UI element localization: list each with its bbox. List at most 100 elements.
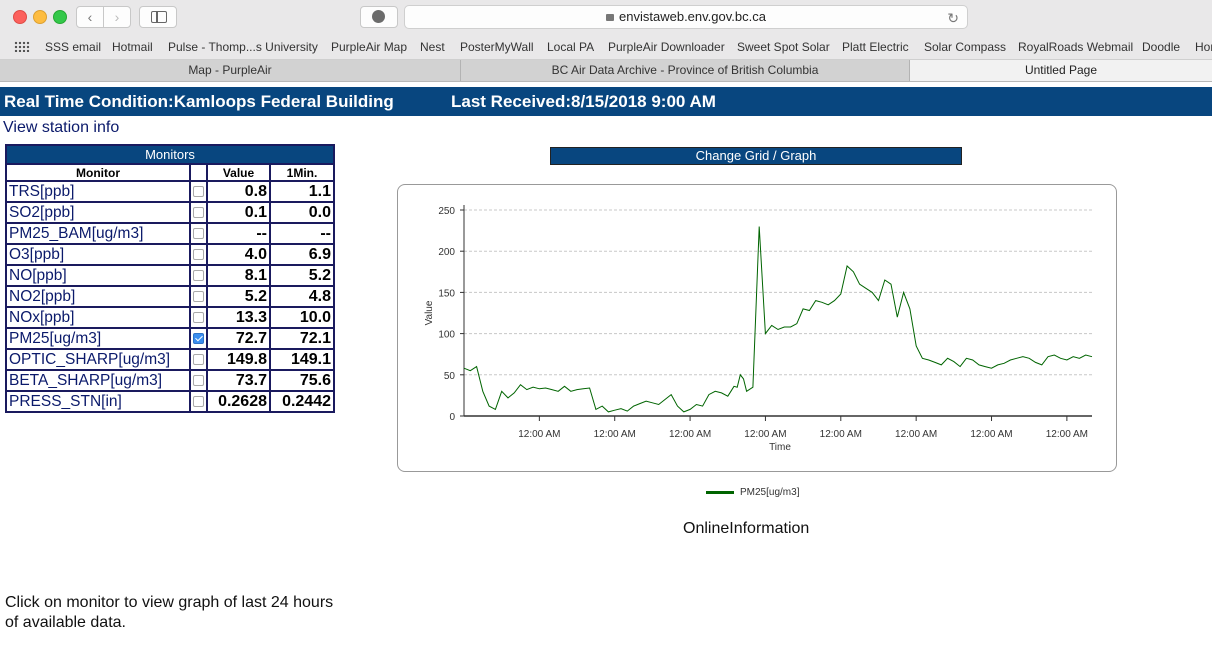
monitor-name[interactable]: O3[ppb] [5, 243, 191, 266]
bookmark-item[interactable]: RoyalRoads Webmail [1018, 40, 1133, 54]
monitor-value: 0.2628 [206, 390, 271, 413]
monitor-name[interactable]: NO[ppb] [5, 264, 191, 287]
privacy-report-button[interactable] [360, 6, 398, 28]
x-tick-label: 12:00 AM [820, 429, 862, 440]
y-tick-label: 0 [449, 412, 455, 423]
legend-swatch [706, 490, 734, 494]
monitor-row[interactable]: NO[ppb] 8.1 5.2 [5, 264, 335, 287]
back-button[interactable]: ‹ [76, 6, 104, 28]
monitor-row[interactable]: NO2[ppb] 5.2 4.8 [5, 285, 335, 308]
select-column-header [189, 163, 208, 182]
tab-purpleair-map[interactable]: Map - PurpleAir [0, 60, 461, 81]
chart-container: 0 50 100 150 200 250 12:00 AM 12:00 AM 12:00 AM 1… [397, 184, 1117, 472]
tab-bc-air-data-archive[interactable]: BC Air Data Archive - Province of Britis… [461, 60, 910, 81]
monitor-name[interactable]: BETA_SHARP[ug/m3] [5, 369, 191, 392]
bookmark-item[interactable]: PurpleAir Downloader [608, 40, 725, 54]
monitor-value: 0.8 [206, 180, 271, 203]
pm25-line-chart: 0 50 100 150 200 250 12:00 AM 12:00 AM 12:00 AM 1… [424, 205, 1093, 453]
maximize-window-button[interactable] [53, 10, 67, 24]
reload-icon[interactable]: ↻ [947, 7, 959, 29]
bookmark-item[interactable]: Pulse - Thomp...s University [168, 40, 318, 54]
x-axis-label: Time [769, 442, 791, 453]
monitor-checkbox[interactable] [193, 227, 204, 239]
monitor-1min-value: 0.2442 [269, 390, 335, 413]
monitor-row[interactable]: PM25[ug/m3] 72.7 72.1 [5, 327, 335, 350]
monitor-row[interactable]: TRS[ppb] 0.8 1.1 [5, 180, 335, 203]
view-station-info-link[interactable]: View station info [3, 119, 119, 137]
bookmark-item[interactable]: Nest [420, 40, 445, 54]
monitor-1min-value: 72.1 [269, 327, 335, 350]
monitor-row[interactable]: OPTIC_SHARP[ug/m3] 149.8 149.1 [5, 348, 335, 371]
monitor-name[interactable]: NO2[ppb] [5, 285, 191, 308]
minimize-window-button[interactable] [33, 10, 47, 24]
monitor-row[interactable]: NOx[ppb] 13.3 10.0 [5, 306, 335, 329]
monitor-value: -- [206, 222, 271, 245]
tab-bar: Map - PurpleAir BC Air Data Archive - Pr… [0, 60, 1212, 82]
bookmark-item[interactable]: Doodle [1142, 40, 1180, 54]
monitor-name[interactable]: SO2[ppb] [5, 201, 191, 224]
monitor-checkbox[interactable] [193, 374, 204, 386]
monitor-row[interactable]: BETA_SHARP[ug/m3] 73.7 75.6 [5, 369, 335, 392]
one-minute-column-header: 1Min. [269, 163, 335, 182]
monitor-checkbox[interactable] [193, 248, 204, 260]
monitor-select-cell [189, 390, 208, 413]
y-axis-label: Value [424, 300, 435, 325]
monitor-name[interactable]: NOx[ppb] [5, 306, 191, 329]
monitor-checkbox[interactable] [193, 206, 204, 218]
sidebar-toggle-button[interactable] [139, 6, 177, 28]
monitor-row[interactable]: PRESS_STN[in] 0.2628 0.2442 [5, 390, 335, 413]
monitor-checkbox[interactable] [193, 311, 204, 323]
bookmark-item[interactable]: SSS email [45, 40, 101, 54]
monitor-name[interactable]: PM25_BAM[ug/m3] [5, 222, 191, 245]
bookmark-item[interactable]: PurpleAir Map [331, 40, 407, 54]
grid-icon[interactable] [14, 41, 30, 52]
monitor-select-cell [189, 180, 208, 203]
forward-button[interactable]: › [103, 6, 131, 28]
y-tick-label: 100 [438, 330, 455, 341]
chevron-left-icon: ‹ [87, 9, 93, 25]
close-window-button[interactable] [13, 10, 27, 24]
monitor-1min-value: -- [269, 222, 335, 245]
monitor-value: 72.7 [206, 327, 271, 350]
monitor-name[interactable]: PRESS_STN[in] [5, 390, 191, 413]
monitor-1min-value: 1.1 [269, 180, 335, 203]
monitor-select-cell [189, 243, 208, 266]
change-grid-graph-button[interactable]: Change Grid / Graph [550, 147, 962, 165]
bookmark-item[interactable]: Local PA [547, 40, 594, 54]
monitor-name[interactable]: TRS[ppb] [5, 180, 191, 203]
monitor-1min-value: 10.0 [269, 306, 335, 329]
monitor-row[interactable]: O3[ppb] 4.0 6.9 [5, 243, 335, 266]
address-bar[interactable]: envistaweb.env.gov.bc.ca ↻ [404, 5, 968, 29]
bookmark-item[interactable]: Solar Compass [924, 40, 1006, 54]
bookmark-item[interactable]: Platt Electric [842, 40, 909, 54]
page-title: Real Time Condition:Kamloops Federal Bui… [4, 92, 394, 111]
tab-untitled-page[interactable]: Untitled Page [910, 60, 1212, 81]
bookmark-item[interactable]: Hotmail [112, 40, 153, 54]
monitor-checkbox[interactable] [193, 353, 204, 365]
shield-icon [372, 10, 385, 23]
monitor-select-cell [189, 285, 208, 308]
x-tick-label: 12:00 AM [518, 429, 560, 440]
monitor-checkbox[interactable] [193, 332, 204, 344]
monitor-name[interactable]: OPTIC_SHARP[ug/m3] [5, 348, 191, 371]
last-received-label: Last Received:8/15/2018 9:00 AM [451, 92, 716, 111]
monitor-1min-value: 0.0 [269, 201, 335, 224]
lock-icon [606, 14, 615, 21]
monitor-row[interactable]: PM25_BAM[ug/m3] -- -- [5, 222, 335, 245]
bookmark-item[interactable]: Hor [1195, 40, 1212, 54]
monitor-select-cell [189, 201, 208, 224]
y-tick-label: 150 [438, 288, 455, 299]
online-information-label: OnlineInformation [683, 520, 810, 537]
monitor-row[interactable]: SO2[ppb] 0.1 0.0 [5, 201, 335, 224]
monitor-name[interactable]: PM25[ug/m3] [5, 327, 191, 350]
bookmark-item[interactable]: PosterMyWall [460, 40, 534, 54]
legend-label: PM25[ug/m3] [740, 487, 800, 498]
monitor-checkbox[interactable] [193, 185, 204, 197]
monitor-checkbox[interactable] [193, 395, 204, 407]
monitor-checkbox[interactable] [193, 290, 204, 302]
chart-legend: PM25[ug/m3] [706, 487, 799, 498]
monitor-checkbox[interactable] [193, 269, 204, 281]
monitor-value: 0.1 [206, 201, 271, 224]
monitor-value: 4.0 [206, 243, 271, 266]
bookmark-item[interactable]: Sweet Spot Solar [737, 40, 830, 54]
